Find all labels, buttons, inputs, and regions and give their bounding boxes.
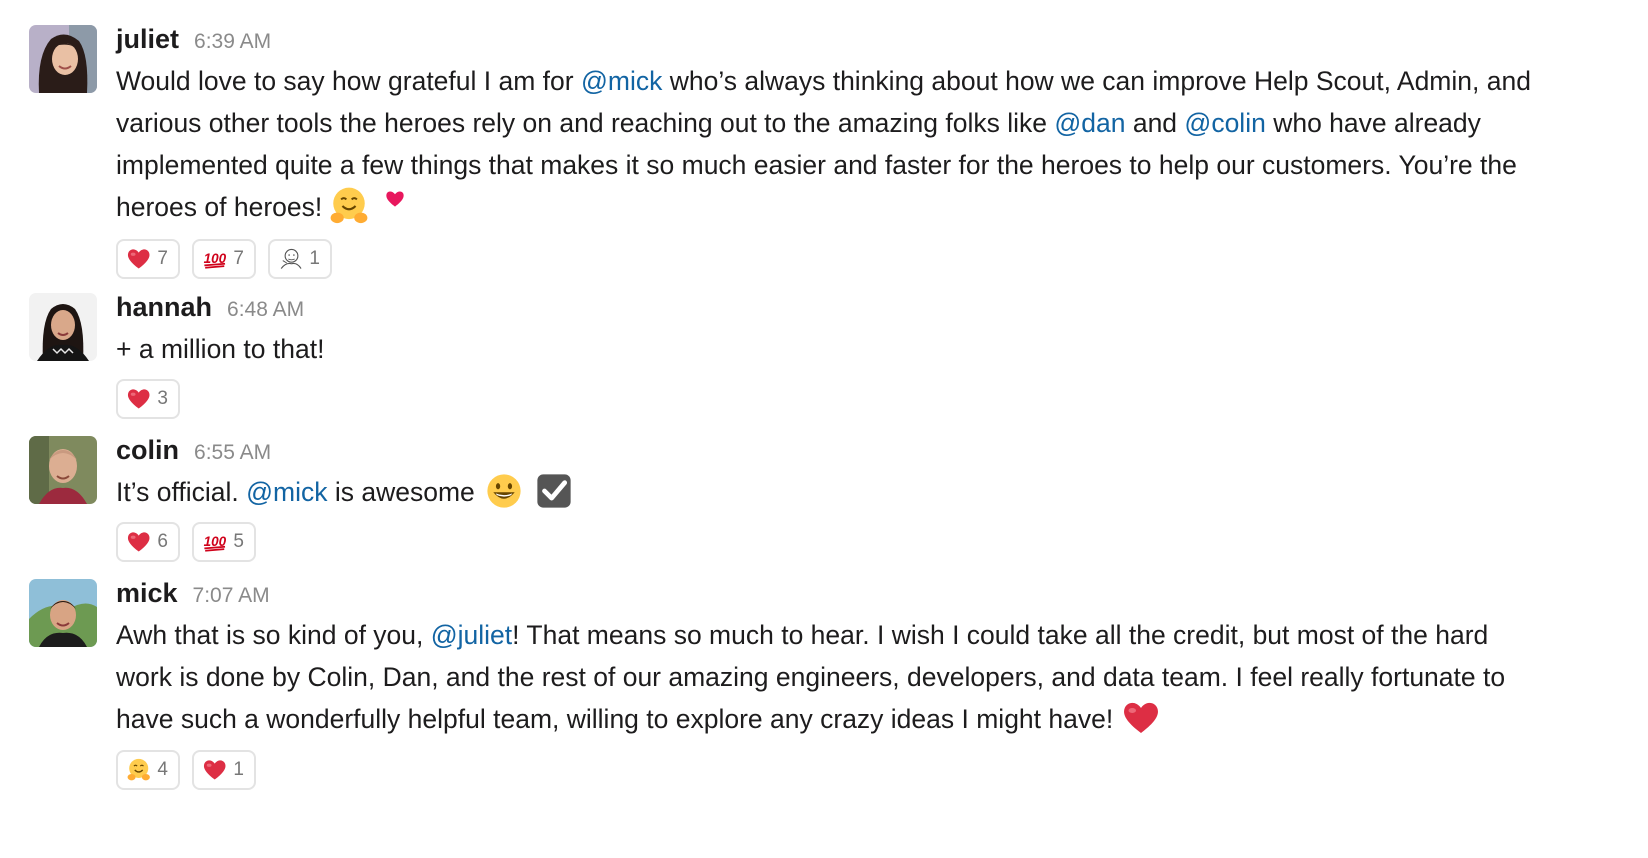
reaction-bar: 6 5	[116, 522, 1536, 562]
grinning-face-icon	[485, 472, 523, 510]
text-segment: is awesome	[327, 477, 475, 507]
timestamp[interactable]: 6:39 AM	[194, 30, 271, 54]
reaction-count: 7	[157, 248, 168, 269]
mention-mick[interactable]: @mick	[246, 477, 327, 507]
author-name[interactable]: colin	[116, 435, 179, 466]
author-name[interactable]: mick	[116, 578, 178, 609]
red-heart-icon	[126, 386, 151, 412]
reaction-count: 1	[309, 248, 320, 269]
red-heart-icon	[1121, 698, 1161, 738]
hundred-points-icon	[202, 246, 227, 272]
reaction-bar: 3	[116, 379, 1536, 419]
message-text: Awh that is so kind of you, @juliet! Tha…	[116, 614, 1536, 741]
red-heart-icon	[126, 246, 151, 272]
reaction-count: 1	[233, 759, 244, 780]
check-box-icon	[535, 472, 573, 510]
mention-dan[interactable]: @dan	[1054, 108, 1125, 138]
reaction-hundred[interactable]: 7	[192, 239, 256, 279]
timestamp[interactable]: 6:48 AM	[227, 298, 304, 322]
mention-mick[interactable]: @mick	[581, 66, 662, 96]
red-heart-icon	[202, 757, 227, 783]
hugging-face-icon	[328, 185, 370, 227]
timestamp[interactable]: 7:07 AM	[193, 584, 270, 608]
reaction-heart[interactable]: 1	[192, 750, 256, 790]
message-text: Would love to say how grateful I am for …	[116, 60, 1536, 230]
author-name[interactable]: juliet	[116, 24, 179, 55]
reaction-bar: 7 7 1	[116, 239, 1536, 279]
reaction-count: 4	[157, 759, 168, 780]
reaction-count: 3	[157, 388, 168, 409]
hundred-points-icon	[202, 529, 227, 555]
reaction-heart[interactable]: 3	[116, 379, 180, 419]
hugging-face-icon	[126, 757, 151, 783]
text-segment: and	[1125, 108, 1185, 138]
avatar-colin[interactable]	[29, 436, 97, 504]
text-segment: + a million to that!	[116, 334, 325, 364]
author-name[interactable]: hannah	[116, 292, 212, 323]
reaction-hugging[interactable]: 4	[116, 750, 180, 790]
avatar-juliet[interactable]	[29, 25, 97, 93]
mention-juliet[interactable]: @juliet	[431, 620, 512, 650]
text-segment: Would love to say how grateful I am for	[116, 66, 581, 96]
reaction-count: 6	[157, 531, 168, 552]
text-segment: Awh that is so kind of you,	[116, 620, 431, 650]
reaction-custom[interactable]: 1	[268, 239, 332, 279]
reaction-hundred[interactable]: 5	[192, 522, 256, 562]
message-text: It’s official. @mick is awesome	[116, 471, 1536, 513]
reaction-count: 5	[233, 531, 244, 552]
custom-sketch-icon	[278, 246, 303, 272]
message-text: + a million to that!	[116, 328, 1536, 370]
reaction-heart[interactable]: 6	[116, 522, 180, 562]
reaction-heart[interactable]: 7	[116, 239, 180, 279]
mention-colin[interactable]: @colin	[1184, 108, 1265, 138]
red-heart-icon	[126, 529, 151, 555]
avatar-mick[interactable]	[29, 579, 97, 647]
reaction-count: 7	[233, 248, 244, 269]
reaction-bar: 4 1	[116, 750, 1536, 790]
timestamp[interactable]: 6:55 AM	[194, 441, 271, 465]
avatar-hannah[interactable]	[29, 293, 97, 361]
text-segment: It’s official.	[116, 477, 247, 507]
pink-heart-icon	[384, 188, 406, 210]
